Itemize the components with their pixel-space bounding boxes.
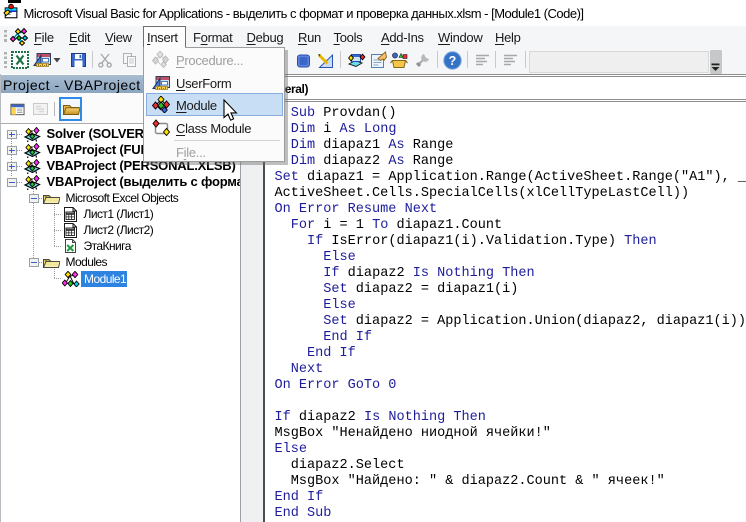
svg-text:?: ?	[449, 54, 457, 68]
